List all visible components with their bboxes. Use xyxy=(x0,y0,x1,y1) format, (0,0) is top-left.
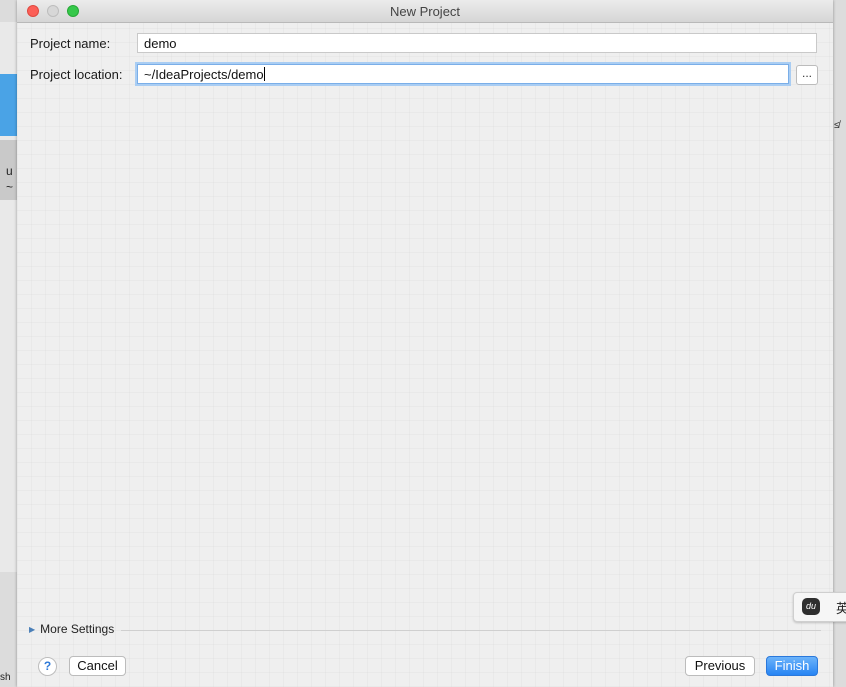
baidu-ime-icon: du xyxy=(802,598,820,615)
background-text: u xyxy=(6,164,13,178)
project-name-input[interactable]: demo xyxy=(137,33,817,53)
finish-button[interactable]: Finish xyxy=(766,656,818,676)
browse-location-button[interactable]: ... xyxy=(796,65,818,85)
more-settings-label: More Settings xyxy=(40,622,115,636)
background-selection-highlight xyxy=(0,74,18,136)
disclosure-triangle-icon: ▶ xyxy=(29,625,36,634)
background-text: sh xyxy=(0,672,11,683)
ime-mode-label: 英 xyxy=(836,601,846,616)
project-name-label: Project name: xyxy=(30,36,111,51)
cancel-button[interactable]: Cancel xyxy=(69,656,126,676)
title-bar[interactable]: New Project xyxy=(17,0,833,23)
project-location-value: ~/IdeaProjects/demo xyxy=(144,67,264,82)
input-method-indicator[interactable]: du 英 xyxy=(793,592,846,622)
window-title: New Project xyxy=(389,4,461,19)
more-settings-toggle[interactable]: ▶ More Settings xyxy=(29,622,114,636)
background-text: ≰ xyxy=(834,120,840,131)
project-location-label: Project location: xyxy=(30,67,123,82)
project-location-input[interactable]: ~/IdeaProjects/demo xyxy=(137,64,789,84)
new-project-dialog: New Project Project name: demo Project l… xyxy=(17,0,833,687)
separator-line xyxy=(121,630,821,631)
previous-button[interactable]: Previous xyxy=(685,656,755,676)
project-name-value: demo xyxy=(144,36,177,51)
help-button[interactable]: ? xyxy=(38,657,57,676)
text-caret xyxy=(263,67,265,81)
background-text: ~ xyxy=(6,180,14,194)
